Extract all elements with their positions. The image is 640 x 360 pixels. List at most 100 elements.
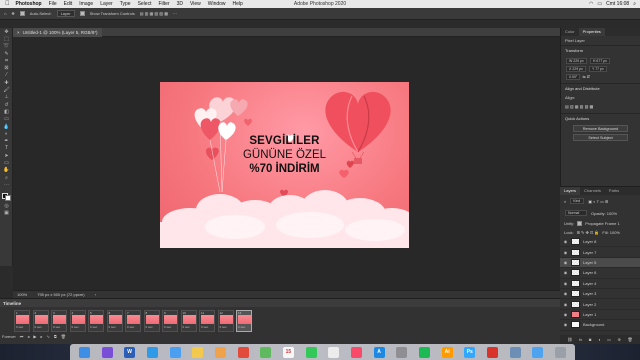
preview-icon[interactable] xyxy=(509,346,521,358)
timeline-frame[interactable]: 90 sec. xyxy=(162,310,178,332)
tab-channels[interactable]: Channels xyxy=(580,187,605,195)
height-field[interactable]: H 677 px xyxy=(589,58,610,64)
x-field[interactable]: X 229 px xyxy=(566,66,586,72)
path-select-tool-icon[interactable]: ➤ xyxy=(0,152,13,159)
align-section-title[interactable]: Align and Distribute xyxy=(561,83,640,93)
frame-delay[interactable]: 0 sec. xyxy=(238,325,246,329)
width-field[interactable]: W 229 px xyxy=(566,58,587,64)
gradient-tool-icon[interactable]: ▭ xyxy=(0,116,13,123)
fx-icon[interactable]: fx xyxy=(579,337,582,342)
timeline-frame[interactable]: 13 0 sec. xyxy=(236,310,252,332)
notes-icon[interactable] xyxy=(192,346,204,358)
brush-tool-icon[interactable]: 🖌 xyxy=(0,86,13,93)
frame-delay[interactable]: 0 sec. xyxy=(109,325,117,329)
tab-color[interactable]: Color xyxy=(561,28,579,36)
timeline-frame[interactable]: 11 0 sec. xyxy=(199,310,215,332)
chrome-icon[interactable] xyxy=(237,346,249,358)
propagate-checkbox[interactable] xyxy=(577,221,583,226)
healing-tool-icon[interactable]: ✚ xyxy=(0,79,13,86)
wifi-icon[interactable]: ◠ xyxy=(589,1,593,7)
auto-select-checkbox[interactable] xyxy=(19,11,25,16)
timeline-frame[interactable]: 10 0 sec. xyxy=(180,310,197,332)
maps-icon[interactable] xyxy=(260,346,272,358)
frame-delay[interactable]: 0 sec. xyxy=(183,325,191,329)
frame-delay[interactable]: 0 sec. xyxy=(72,325,80,329)
timeline-frame[interactable]: 30 sec. xyxy=(51,310,67,332)
tab-layers[interactable]: Layers xyxy=(560,187,581,195)
angle-field[interactable]: 0.00° xyxy=(566,74,581,80)
quick-select-tool-icon[interactable]: ✎ xyxy=(0,50,13,57)
transform-section-title[interactable]: Transform xyxy=(561,45,640,55)
eyedropper-tool-icon[interactable]: ⁄ xyxy=(0,72,13,79)
menu-help[interactable]: Help xyxy=(233,1,243,7)
align-icons[interactable]: ▤ ▥ ▦ ▧ ▨ ▩ xyxy=(140,11,168,16)
select-subject-button[interactable]: Select Subject xyxy=(573,134,628,141)
visibility-eye-icon[interactable]: ◉ xyxy=(563,312,568,317)
align-buttons[interactable]: ▤ ▥ ▦ ▧ ▨ ▩ xyxy=(561,102,640,111)
spotify-icon[interactable] xyxy=(418,346,430,358)
timeline-frame[interactable]: 20 sec. xyxy=(32,310,49,332)
auto-select-dropdown[interactable]: Layer xyxy=(56,10,75,17)
menu-layer[interactable]: Layer xyxy=(100,1,113,7)
layer-row[interactable]: ◉ Layer 3 xyxy=(560,289,640,300)
move-tool-icon[interactable]: ✥ xyxy=(11,11,14,16)
messages-icon[interactable] xyxy=(305,346,317,358)
photos-icon[interactable] xyxy=(214,346,226,358)
music-icon[interactable] xyxy=(350,346,362,358)
tween-icon[interactable]: ∿ xyxy=(47,334,50,339)
prev-frame-icon[interactable]: ◂ xyxy=(27,334,29,339)
adjustment-icon[interactable]: ◑ xyxy=(598,337,600,342)
remove-background-button[interactable]: Remove Background xyxy=(573,125,628,132)
apple-icon[interactable]:  xyxy=(5,1,10,7)
timeline-frame[interactable]: 40 sec. xyxy=(69,310,86,332)
eraser-tool-icon[interactable]: ◧ xyxy=(0,108,13,115)
first-frame-icon[interactable]: ⏮ xyxy=(20,334,24,339)
frame-delay[interactable]: 0 sec. xyxy=(127,325,135,329)
group-icon[interactable]: ▭ xyxy=(607,337,611,342)
move-tool-icon[interactable]: ✥ xyxy=(0,28,13,35)
visibility-eye-icon[interactable]: ◉ xyxy=(563,302,568,307)
safari-icon[interactable] xyxy=(146,346,158,358)
calendar-icon[interactable]: 15 xyxy=(282,346,294,358)
layer-row[interactable]: ◉ Layer 5 xyxy=(560,257,640,269)
filter-icons[interactable]: ▣ ◐ T ▭ ⊞ xyxy=(588,199,608,204)
flip-icons[interactable]: ⇋ ⇵ xyxy=(582,74,590,79)
history-brush-icon[interactable]: ↺ xyxy=(0,101,13,108)
menu-select[interactable]: Select xyxy=(138,1,152,7)
home-icon[interactable]: ⌂ xyxy=(4,11,6,16)
menu-app-name[interactable]: Photoshop xyxy=(16,1,42,7)
frame-delay[interactable]: 0 sec. xyxy=(90,325,98,329)
layer-row[interactable]: ◉ Layer 4 xyxy=(560,279,640,289)
frame-delay[interactable]: 0 sec. xyxy=(35,325,43,329)
play-icon[interactable]: ▶ xyxy=(33,334,36,339)
link-icon[interactable]: ⛓ xyxy=(567,337,572,342)
stamp-tool-icon[interactable]: ⊥ xyxy=(0,94,13,101)
shape-tool-icon[interactable]: ▭ xyxy=(0,159,13,166)
lock-icons[interactable]: ⊞ ✎ ✥ ⊡ 🔒 xyxy=(577,230,600,235)
menu-type[interactable]: Type xyxy=(120,1,131,7)
word-icon[interactable]: W xyxy=(124,346,136,358)
battery-icon[interactable]: ▭ xyxy=(597,1,602,7)
filter-search-icon[interactable]: ⌕ xyxy=(564,199,566,204)
frame-delay[interactable]: 0 sec. xyxy=(220,325,228,329)
blur-tool-icon[interactable]: 💧 xyxy=(0,123,13,130)
crop-tool-icon[interactable]: ⌗ xyxy=(0,57,13,64)
folder-icon[interactable] xyxy=(532,346,544,358)
y-field[interactable]: Y 77 px xyxy=(588,66,607,72)
menu-3d[interactable]: 3D xyxy=(177,1,183,7)
visibility-eye-icon[interactable]: ◉ xyxy=(563,270,568,275)
frame-delay[interactable]: 0 sec. xyxy=(201,325,209,329)
zoom-tool-icon[interactable]: ⌕ xyxy=(0,174,13,181)
menu-filter[interactable]: Filter xyxy=(158,1,169,7)
trash-icon[interactable]: 🗑 xyxy=(628,337,633,342)
settings-icon[interactable] xyxy=(396,346,408,358)
clock[interactable]: Cmt 16:08 xyxy=(606,1,629,7)
visibility-eye-icon[interactable]: ◉ xyxy=(563,281,568,286)
marquee-tool-icon[interactable]: ⬚ xyxy=(0,35,13,42)
hand-tool-icon[interactable]: ✋ xyxy=(0,167,13,174)
close-icon[interactable]: × xyxy=(17,30,20,35)
menu-file[interactable]: File xyxy=(49,1,57,7)
photoshop-icon[interactable]: Ps xyxy=(464,346,476,358)
siri-icon[interactable] xyxy=(101,346,113,358)
type-tool-icon[interactable]: T xyxy=(0,145,13,152)
